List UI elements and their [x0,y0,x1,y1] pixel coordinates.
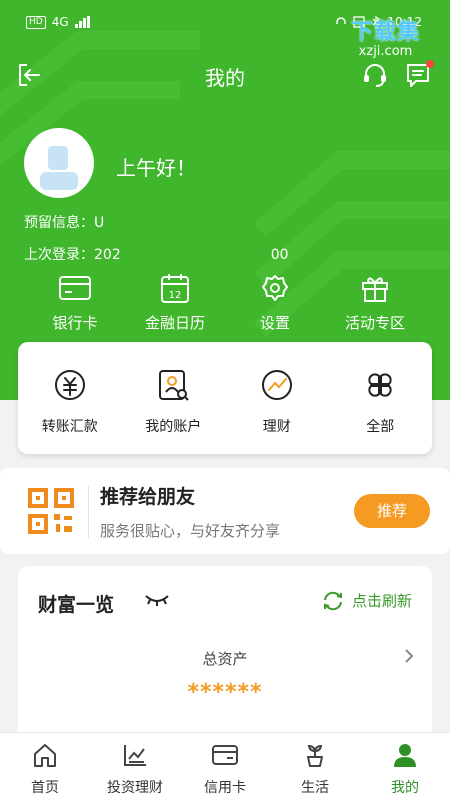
nav-bar: 我的 [0,52,450,96]
quick-action-label: 转账汇款 [41,419,98,435]
quick-action-label: 我的账户 [145,419,202,435]
tab-label: 我的 [391,780,419,796]
headphone-icon [336,17,347,24]
greeting-text: 上午好！ [116,156,196,180]
tab-label: 信用卡 [204,780,246,796]
watermark-title: 下载集 [350,20,420,45]
quick-action-label: 理财 [262,419,291,435]
profile-icon [394,744,416,767]
recommend-title: 推荐给朋友 [100,486,196,508]
last-login: 上次登录：202 00 [24,244,289,264]
wealth-overview-card: 财富一览 点击刷新 总资产 ****** [18,566,432,756]
eye-closed-icon[interactable] [144,592,170,608]
shortcut-financial-calendar[interactable]: 12 金融日历 [125,270,225,333]
tab-home[interactable]: 首页 [0,733,90,800]
shortcut-label: 设置 [259,314,290,332]
gear-icon [262,275,288,301]
message-icon[interactable] [404,60,434,90]
bank-card-icon [59,276,91,300]
quick-action-my-account[interactable]: 我的账户 [122,342,226,454]
unread-dot [426,60,434,68]
shortcut-bank-card[interactable]: 银行卡 [25,270,125,333]
shortcut-label: 活动专区 [344,314,405,332]
last-login-label: 上次登录： [24,247,94,263]
shortcut-label: 银行卡 [52,314,98,332]
tab-label: 生活 [301,780,329,796]
tab-credit-card[interactable]: 信用卡 [180,733,270,800]
tab-label: 首页 [31,780,59,796]
recommend-button[interactable]: 推荐 [354,494,430,528]
tab-label: 投资理财 [107,780,163,796]
last-login-value-start: 202 [94,247,121,263]
life-icon [307,744,323,767]
bottom-tab-bar: 首页 投资理财 信用卡 生活 我的 [0,732,450,800]
network-type: HD [26,15,46,29]
reserved-info-label: 预留信息： [24,215,94,231]
refresh-button[interactable]: 点击刷新 [322,590,412,611]
last-login-value-end: 00 [270,247,289,263]
gift-icon [362,277,388,302]
chevron-right-icon[interactable] [404,648,414,664]
shortcut-settings[interactable]: 设置 [225,270,325,333]
qr-code-icon [28,488,74,534]
quick-action-label: 全部 [366,419,395,435]
signal-icon [74,16,90,28]
recommend-banner[interactable]: 推荐给朋友 服务很贴心，与好友齐分享 推荐 [0,468,450,554]
wealth-title: 财富一览 [38,594,115,616]
tab-investment[interactable]: 投资理财 [90,733,180,800]
recommend-subtitle: 服务很贴心，与好友齐分享 [100,522,281,540]
calendar-day: 12 [169,290,182,301]
quick-action-transfer[interactable]: 转账汇款 [18,342,122,454]
customer-service-icon[interactable] [360,60,390,90]
refresh-icon [323,591,342,610]
calendar-icon: 12 [161,274,189,303]
avatar-placeholder-icon [40,146,78,190]
total-assets-label: 总资产 [202,650,248,668]
investment-icon [124,745,146,766]
home-icon [34,744,56,767]
refresh-label: 点击刷新 [351,592,412,610]
account-icon [159,370,189,401]
quick-actions-card: 转账汇款 我的账户 理财 全部 [18,342,432,454]
finance-icon [261,370,292,400]
credit-card-icon [212,745,238,765]
quick-action-all[interactable]: 全部 [329,342,433,454]
shortcut-activity-zone[interactable]: 活动专区 [325,270,425,333]
signal-label: 4G [51,15,69,29]
avatar[interactable] [24,128,94,198]
reserved-info: 预留信息：U [24,212,104,232]
divider [88,486,89,538]
total-assets-value: ****** [187,680,263,705]
transfer-icon [54,370,85,400]
all-icon [368,373,392,397]
tab-my[interactable]: 我的 [360,733,450,800]
shortcut-row: 银行卡 12 金融日历 设置 活动专区 [0,270,450,333]
quick-action-finance[interactable]: 理财 [225,342,329,454]
profile-header-background: HD 4G 10:12 下载集 xzji.com 我的 上午好！ 预留信息：U … [0,0,450,400]
reserved-info-value: U [94,215,105,231]
shortcut-label: 金融日历 [144,314,205,332]
tab-life[interactable]: 生活 [270,733,360,800]
